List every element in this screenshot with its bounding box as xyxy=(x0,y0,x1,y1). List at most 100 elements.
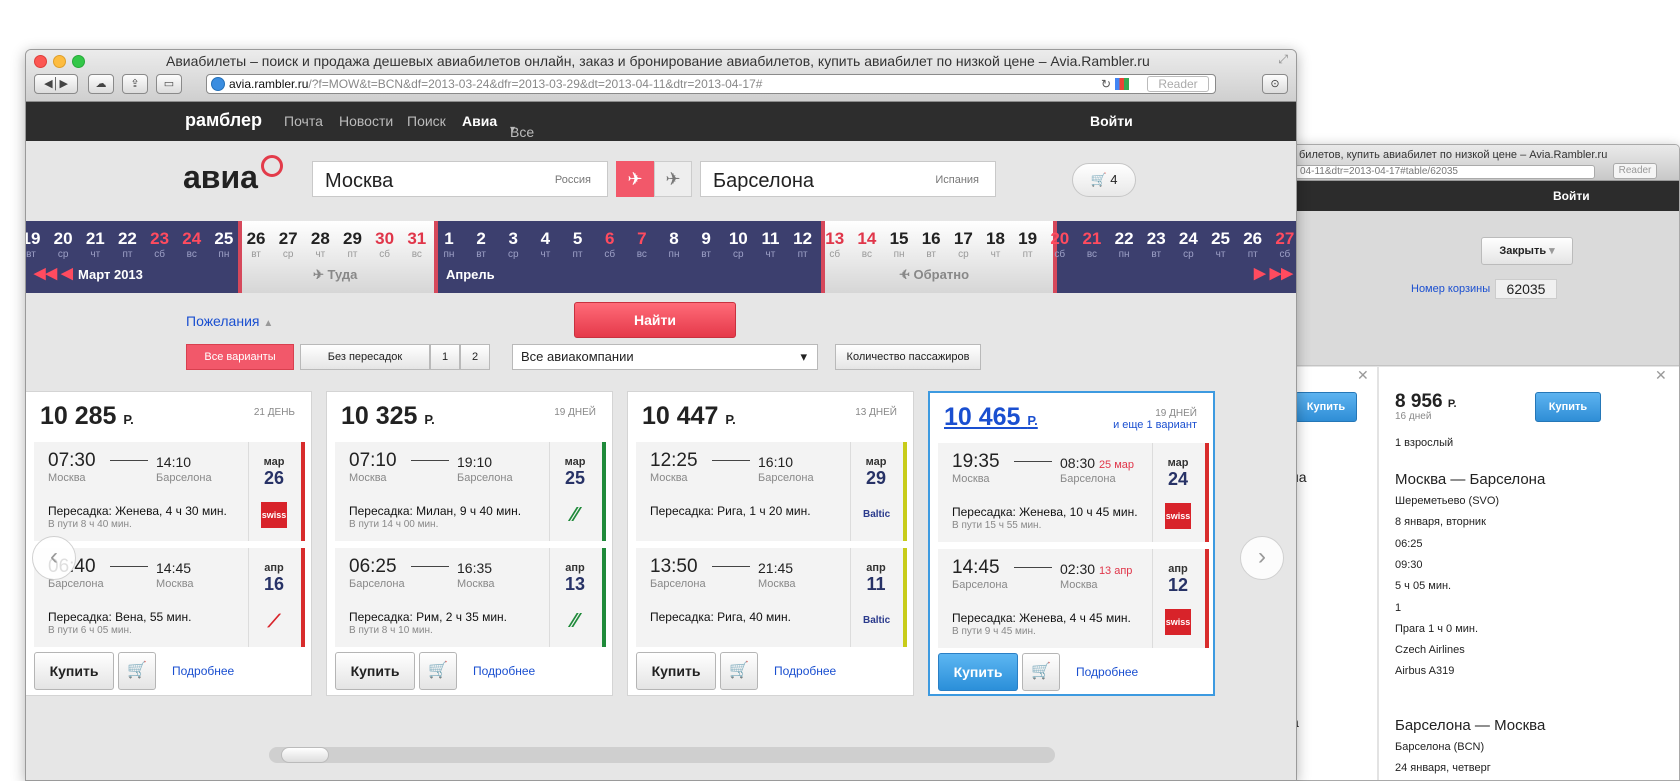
back-buy-button[interactable]: Купить xyxy=(1535,392,1601,422)
find-button[interactable]: Найти xyxy=(574,302,736,338)
buy-button[interactable]: Купить xyxy=(335,652,415,690)
date-day[interactable]: 6 сб xyxy=(594,229,626,260)
nav-item-avia[interactable]: Авиа xyxy=(462,113,497,129)
date-day[interactable]: 22 пн xyxy=(1108,229,1140,260)
date-day[interactable]: 1 пн xyxy=(433,229,465,260)
date-day[interactable]: 25 чт xyxy=(1205,229,1237,260)
carousel-scrollbar[interactable] xyxy=(269,747,1055,763)
date-day[interactable]: 8 пн xyxy=(658,229,690,260)
filter-no-transfers[interactable]: Без пересадок xyxy=(300,344,430,370)
airlines-select[interactable]: Все авиакомпании ▾ xyxy=(512,344,818,370)
date-day[interactable]: 7 вс xyxy=(626,229,658,260)
date-day[interactable]: 5 пт xyxy=(562,229,594,260)
offer-card[interactable]: 10 447 Р. 13 ДНЕЙ 12:25 16:10 Москва Барсело… xyxy=(627,391,914,696)
date-day[interactable]: 22 пт xyxy=(111,229,143,260)
add-to-cart-button[interactable]: 🛒 xyxy=(118,652,156,690)
offer-price[interactable]: 10 465 Р. xyxy=(944,403,1038,432)
close-icon[interactable]: ✕ xyxy=(1655,367,1667,384)
date-day[interactable]: 27 ср xyxy=(272,229,304,260)
reload-icon[interactable]: ↻ xyxy=(1101,75,1111,93)
date-day[interactable]: 27 сб xyxy=(1269,229,1296,260)
date-day[interactable]: 10 ср xyxy=(722,229,754,260)
buy-button[interactable]: Купить xyxy=(636,652,716,690)
date-day[interactable]: 24 ср xyxy=(1172,229,1204,260)
forward-arrow-icon[interactable]: ▶ xyxy=(59,78,67,90)
date-day[interactable]: 30 сб xyxy=(369,229,401,260)
prev-arrow-button[interactable]: ‹ xyxy=(32,536,76,580)
date-day[interactable]: 20 ср xyxy=(47,229,79,260)
avia-logo[interactable]: авиа xyxy=(183,155,283,196)
back-login-link[interactable]: Войти xyxy=(1553,189,1590,203)
rambler-logo[interactable]: рамблер xyxy=(185,110,262,131)
back-reader-button[interactable]: Reader xyxy=(1613,163,1657,179)
date-day[interactable]: 4 чт xyxy=(529,229,561,260)
next-arrows[interactable]: ▶ ▶▶ xyxy=(1254,264,1293,282)
back-arrow-icon[interactable]: ◀ xyxy=(44,78,52,90)
add-to-cart-button[interactable]: 🛒 xyxy=(419,652,457,690)
nav-item-search[interactable]: Поиск xyxy=(407,113,446,129)
details-link[interactable]: Подробнее xyxy=(774,664,836,678)
date-day[interactable]: 25 пн xyxy=(208,229,240,260)
nav-item-news[interactable]: Новости xyxy=(339,113,393,129)
date-day[interactable]: 28 чт xyxy=(304,229,336,260)
flight-leg[interactable]: 14:45 02:30 13 апр Барселона Москва Пересадк… xyxy=(938,549,1209,648)
details-link[interactable]: Подробнее xyxy=(1076,665,1138,679)
to-field[interactable]: Барселона Испания xyxy=(700,161,996,197)
filter-two-transfers[interactable]: 2 xyxy=(460,344,490,370)
downloads-button[interactable]: ⊙ xyxy=(1262,74,1288,94)
fullscreen-icon[interactable]: ⤢ xyxy=(1278,52,1288,67)
back-window-address-bar[interactable]: 04-11&dtr=2013-04-17#table/62035 xyxy=(1295,165,1595,179)
address-bar[interactable]: avia.rambler.ru/?f=MOW&t=BCN&df=2013-03-… xyxy=(206,74,1216,94)
swap-route-button[interactable]: ✈ xyxy=(616,161,654,197)
offer-card[interactable]: 10 325 Р. 19 ДНЕЙ 07:10 19:10 Москва Барсело… xyxy=(326,391,613,696)
date-day[interactable]: 21 чт xyxy=(79,229,111,260)
sidebar-button[interactable]: ▭ xyxy=(156,74,182,94)
prev-arrows[interactable]: ◀◀ ◀ xyxy=(34,264,73,282)
offer-card[interactable]: 10 465 Р. 19 ДНЕЙ и еще 1 вариант 19:35 08:3… xyxy=(928,391,1215,696)
flight-leg[interactable]: 07:30 14:10 Москва Барселона Пересадка: Жен… xyxy=(34,442,305,541)
add-to-cart-button[interactable]: 🛒 xyxy=(1022,653,1060,691)
date-day[interactable]: 24 вс xyxy=(176,229,208,260)
date-day[interactable]: 23 сб xyxy=(144,229,176,260)
details-link[interactable]: Подробнее xyxy=(172,664,234,678)
flight-leg[interactable]: 07:10 19:10 Москва Барселона Пересадка: Мил… xyxy=(335,442,606,541)
close-window-button[interactable] xyxy=(34,55,47,68)
icloud-button[interactable]: ☁ xyxy=(88,74,114,94)
filter-one-transfer[interactable]: 1 xyxy=(430,344,460,370)
wishes-link[interactable]: Пожелания ▲ xyxy=(186,313,273,329)
scrollbar-thumb[interactable] xyxy=(281,747,329,763)
buy-button[interactable]: Купить xyxy=(938,653,1018,691)
flight-leg[interactable]: 12:25 16:10 Москва Барселона Пересадка: Риг… xyxy=(636,442,907,541)
flight-leg[interactable]: 06:25 16:35 Барселона Москва Пересадка: Рим… xyxy=(335,548,606,647)
one-way-button[interactable]: ✈ xyxy=(654,161,692,197)
date-day[interactable]: 15 пн xyxy=(883,229,915,260)
date-day[interactable]: 19вт xyxy=(26,229,47,260)
login-link[interactable]: Войти xyxy=(1090,113,1133,129)
date-day[interactable]: 18 чт xyxy=(980,229,1012,260)
passengers-button[interactable]: Количество пассажиров xyxy=(835,344,981,370)
filter-all-variants[interactable]: Все варианты xyxy=(186,344,294,370)
cart-button[interactable]: 🛒 4 xyxy=(1072,163,1136,197)
flight-leg[interactable]: 13:50 21:45 Барселона Москва Пересадка: Риг… xyxy=(636,548,907,647)
share-button[interactable]: ⇪ xyxy=(122,74,148,94)
date-day[interactable]: 23 вт xyxy=(1140,229,1172,260)
date-day[interactable]: 2 вт xyxy=(465,229,497,260)
date-day[interactable]: 26 вт xyxy=(240,229,272,260)
nav-item-mail[interactable]: Почта xyxy=(284,113,323,129)
flight-leg[interactable]: 19:35 08:30 25 мар Москва Барселона Пересадк… xyxy=(938,443,1209,542)
date-day[interactable]: 19 пт xyxy=(1012,229,1044,260)
minimize-window-button[interactable] xyxy=(53,55,66,68)
add-to-cart-button[interactable]: 🛒 xyxy=(720,652,758,690)
close-dropdown-button[interactable]: Закрыть ▾ xyxy=(1481,237,1573,265)
date-day[interactable]: 13 сб xyxy=(819,229,851,260)
extension-icon[interactable] xyxy=(1115,78,1129,90)
date-day[interactable]: 31 вс xyxy=(401,229,433,260)
date-day[interactable]: 17 ср xyxy=(947,229,979,260)
reader-button[interactable]: Reader xyxy=(1147,76,1209,92)
buy-button[interactable]: Купить xyxy=(34,652,114,690)
date-day[interactable]: 14 вс xyxy=(851,229,883,260)
date-day[interactable]: 29 пт xyxy=(337,229,369,260)
date-day[interactable]: 20 сб xyxy=(1044,229,1076,260)
date-day[interactable]: 26 пт xyxy=(1237,229,1269,260)
back-forward-buttons[interactable]: ◀│▶ xyxy=(34,74,78,94)
